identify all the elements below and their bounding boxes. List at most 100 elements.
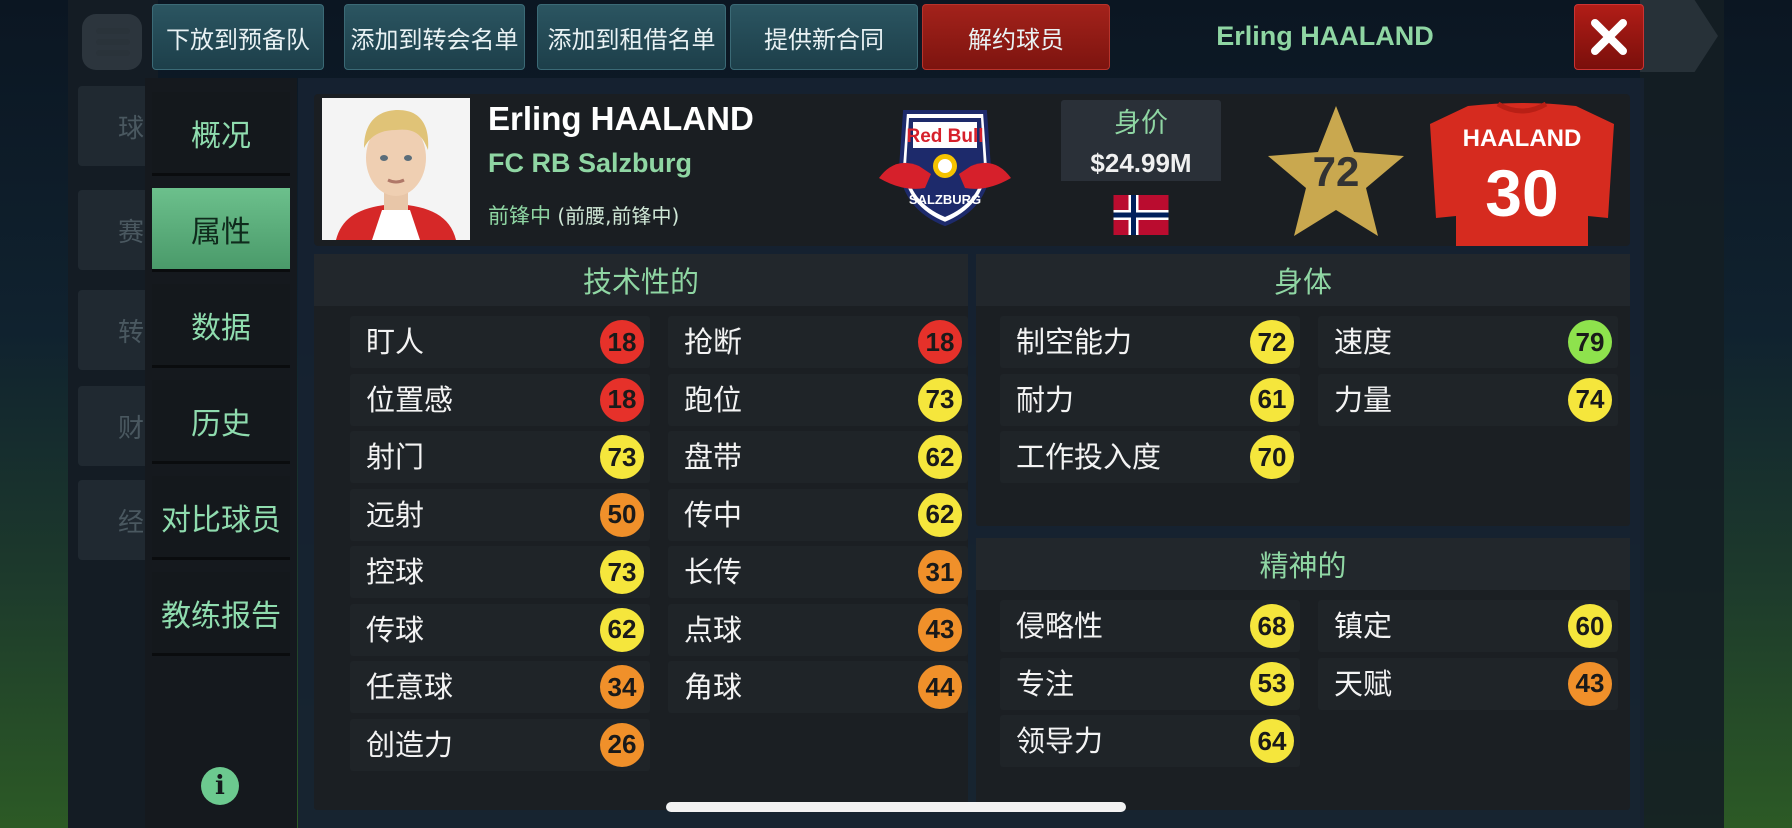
attribute-row: 位置感 18 [350, 373, 650, 426]
attribute-row: 抢断 18 [668, 316, 968, 368]
attribute-row: 创造力 26 [350, 718, 650, 771]
attribute-value-badge: 18 [600, 320, 644, 364]
attribute-value-badge: 50 [600, 492, 644, 537]
attribute-row: 角球 44 [668, 661, 968, 713]
attribute-value-badge: 26 [600, 722, 644, 767]
attribute-row: 控球 73 [350, 546, 650, 598]
sidebar-item-compare[interactable]: 对比球员 [152, 476, 290, 560]
attribute-value-badge: 62 [600, 607, 644, 652]
attribute-value-badge: 34 [600, 665, 644, 709]
club-logo[interactable]: Red Bull SALZBURG [875, 108, 1015, 228]
attribute-value-badge: 72 [1250, 320, 1294, 364]
sidebar-item-history[interactable]: 历史 [152, 380, 290, 464]
attribute-label: 远射 [366, 497, 425, 532]
attribute-value-badge: 44 [918, 665, 962, 709]
technical-panel-title: 技术性的 [314, 254, 968, 306]
close-icon [1591, 19, 1627, 55]
player-name: Erling HAALAND [488, 100, 754, 137]
ghost-tab-manager: 经 [78, 480, 150, 560]
close-button[interactable] [1574, 4, 1644, 70]
attribute-label: 速度 [1334, 325, 1393, 359]
attribute-label: 射门 [366, 440, 425, 474]
offer-new-contract-button[interactable]: 提供新合同 [730, 4, 918, 70]
attribute-label: 跑位 [684, 382, 743, 417]
attribute-label: 盘带 [684, 440, 743, 474]
attribute-label: 领导力 [1016, 724, 1104, 758]
attribute-value-badge: 62 [918, 492, 962, 537]
home-indicator [666, 802, 1126, 812]
club-logo-text-top: Red Bull [906, 126, 983, 147]
market-value: $24.99M [1061, 145, 1221, 181]
attribute-row: 盯人 18 [350, 316, 650, 368]
attribute-value-badge: 43 [918, 607, 962, 652]
menu-icon [82, 14, 142, 70]
attribute-row: 盘带 62 [668, 431, 968, 483]
attribute-label: 耐力 [1016, 382, 1075, 417]
sidebar-item-stats[interactable]: 数据 [152, 284, 290, 368]
player-position-alt: (前腰,前锋中) [557, 204, 680, 228]
attribute-value-badge: 18 [600, 377, 644, 422]
sidebar-item-attributes[interactable]: 属性 [152, 188, 290, 272]
attribute-label: 力量 [1334, 382, 1393, 417]
attribute-row: 远射 50 [350, 488, 650, 541]
attribute-label: 位置感 [366, 382, 454, 417]
market-value-label: 身价 [1061, 100, 1221, 148]
attribute-label: 点球 [684, 612, 743, 647]
attribute-label: 天赋 [1334, 666, 1393, 701]
attribute-label: 侵略性 [1016, 609, 1104, 643]
player-club[interactable]: FC RB Salzburg [488, 148, 692, 179]
attribute-label: 控球 [366, 555, 425, 589]
attribute-value-badge: 18 [918, 320, 962, 364]
attribute-label: 工作投入度 [1016, 440, 1162, 474]
attribute-row: 跑位 73 [668, 373, 968, 426]
attribute-label: 专注 [1016, 666, 1075, 701]
add-to-loan-list-button[interactable]: 添加到租借名单 [537, 4, 726, 70]
attribute-row: 速度 79 [1318, 316, 1618, 368]
attribute-label: 制空能力 [1016, 325, 1133, 359]
demote-to-reserves-button[interactable]: 下放到预备队 [152, 4, 324, 70]
page-title: Erling HAALAND [1216, 21, 1434, 51]
physical-panel-title: 身体 [976, 254, 1630, 306]
attribute-label: 盯人 [366, 325, 425, 359]
attribute-row: 天赋 43 [1318, 657, 1618, 710]
attribute-value-badge: 31 [918, 550, 962, 594]
attribute-value-badge: 43 [1568, 661, 1612, 706]
attribute-label: 创造力 [366, 727, 454, 762]
attribute-row: 工作投入度 70 [1000, 431, 1300, 483]
shirt-name: HAALAND [1462, 125, 1582, 152]
background-right-panel [1640, 0, 1724, 828]
attribute-row: 侵略性 68 [1000, 600, 1300, 652]
attribute-row: 力量 74 [1318, 373, 1618, 426]
release-player-button[interactable]: 解约球员 [922, 4, 1110, 70]
sidebar-item-overview[interactable]: 概况 [152, 92, 290, 176]
info-icon[interactable]: i [201, 767, 239, 805]
sidebar-item-coach-report[interactable]: 教练报告 [152, 572, 290, 656]
attribute-row: 传中 62 [668, 488, 968, 541]
add-to-transfer-list-button[interactable]: 添加到转会名单 [344, 4, 525, 70]
attribute-label: 任意球 [366, 670, 454, 704]
attribute-row: 耐力 61 [1000, 373, 1300, 426]
attribute-value-badge: 68 [1250, 604, 1294, 648]
overall-rating: 72 [1312, 148, 1360, 195]
player-position-main: 前锋中 [488, 204, 551, 228]
shirt-number: 30 [1485, 156, 1559, 230]
attribute-value-badge: 70 [1250, 435, 1294, 479]
attribute-value-badge: 73 [600, 550, 644, 594]
attribute-value-badge: 60 [1568, 604, 1612, 648]
attribute-row: 任意球 34 [350, 661, 650, 713]
attribute-value-badge: 64 [1250, 719, 1294, 763]
player-photo [322, 98, 470, 240]
attribute-value-badge: 74 [1568, 377, 1612, 422]
mental-panel-title: 精神的 [976, 538, 1630, 590]
club-logo-text-bottom: SALZBURG [909, 192, 981, 207]
ghost-tab-transfer: 转 [78, 290, 150, 370]
player-position: 前锋中 (前腰,前锋中) [488, 200, 679, 230]
attribute-value-badge: 73 [918, 377, 962, 422]
attribute-row: 镇定 60 [1318, 600, 1618, 652]
attribute-label: 镇定 [1334, 609, 1393, 643]
attribute-label: 角球 [684, 670, 743, 704]
ghost-tab-finance: 财 [78, 386, 150, 466]
attribute-row: 制空能力 72 [1000, 316, 1300, 368]
attribute-label: 传中 [684, 497, 743, 532]
attribute-label: 抢断 [684, 325, 743, 359]
